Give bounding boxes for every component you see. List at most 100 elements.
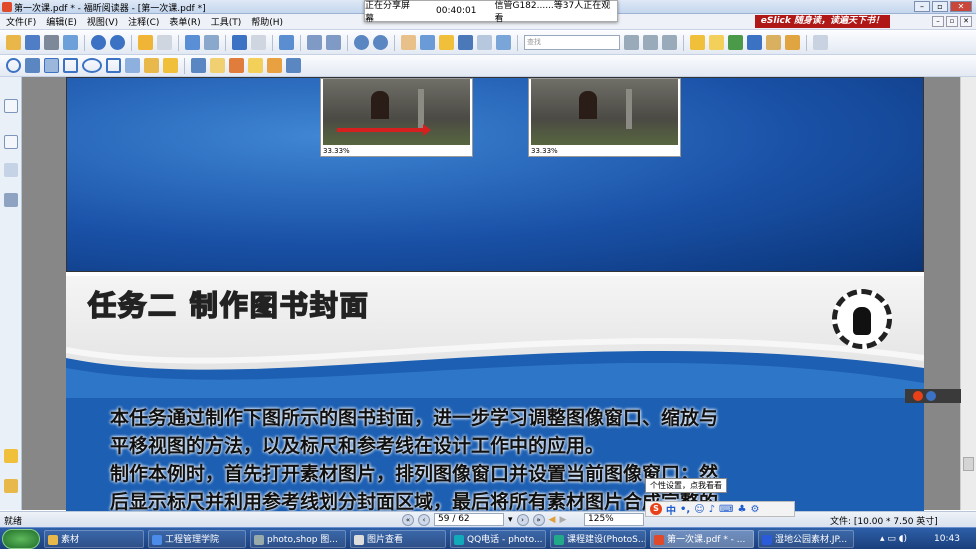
open-icon[interactable]: [6, 35, 21, 50]
vertical-scrollbar[interactable]: [960, 77, 976, 510]
oval-tool-icon[interactable]: [82, 58, 102, 73]
menu-file[interactable]: 文件(F): [6, 15, 36, 28]
find-icon[interactable]: [458, 35, 473, 50]
search-go-icon[interactable]: [624, 35, 639, 50]
taskbar-item[interactable]: QQ电话 - photo...: [450, 530, 546, 548]
typewriter-icon[interactable]: [785, 35, 800, 50]
next-view-icon[interactable]: ▶: [559, 515, 566, 525]
ime-toolbar[interactable]: S 中 •, ☺ ♪ ⌨ ♣ ⚙: [645, 501, 795, 517]
ime-mode-label[interactable]: 中: [666, 502, 676, 517]
search-next-icon[interactable]: [662, 35, 677, 50]
callout-tool-icon[interactable]: [210, 58, 225, 73]
layout-icon[interactable]: [747, 35, 762, 50]
menu-view[interactable]: 视图(V): [87, 15, 118, 28]
doc-restore-button[interactable]: ▫: [946, 16, 958, 27]
start-button[interactable]: [2, 529, 40, 549]
sogou-icon[interactable]: [913, 391, 923, 401]
next-page-button[interactable]: ›: [516, 513, 529, 526]
taskbar-item[interactable]: 图片查看: [350, 530, 446, 548]
typewriter-tool-icon[interactable]: [191, 58, 206, 73]
sogou-logo-icon[interactable]: S: [650, 503, 662, 515]
fit-width-icon[interactable]: [326, 35, 341, 50]
highlighter-tool-icon[interactable]: [163, 58, 178, 73]
page-up-icon[interactable]: [91, 35, 106, 50]
help-icon[interactable]: [926, 391, 936, 401]
note-icon[interactable]: [709, 35, 724, 50]
last-page-button[interactable]: »: [532, 513, 545, 526]
taskbar-item[interactable]: 素材: [44, 530, 144, 548]
minimize-button[interactable]: –: [914, 1, 930, 12]
comments-panel-icon[interactable]: [4, 163, 18, 177]
rectangle-tool-icon[interactable]: [63, 58, 78, 73]
select-icon[interactable]: [185, 35, 200, 50]
taskbar-item[interactable]: 工程管理学院: [148, 530, 246, 548]
maximize-button[interactable]: ▫: [932, 1, 948, 12]
share-viewers[interactable]: 信管G182......等37人正在观看: [494, 0, 617, 24]
taskbar-item[interactable]: 课程建设(PhotoS...: [550, 530, 646, 548]
back-icon[interactable]: [138, 35, 153, 50]
menu-tools[interactable]: 工具(T): [211, 15, 242, 28]
doc-close-button[interactable]: ✕: [960, 16, 972, 27]
cloud-tool-icon[interactable]: [125, 58, 140, 73]
layers-panel-icon[interactable]: [4, 193, 18, 207]
page-number-field[interactable]: 59 / 62: [434, 513, 504, 526]
forward-icon[interactable]: [157, 35, 172, 50]
zoom-out-icon[interactable]: [354, 35, 369, 50]
taskbar-item[interactable]: 湿地公园素材.JP...: [758, 530, 854, 548]
system-tray[interactable]: ▴ ▭ ◖): [880, 530, 907, 548]
bookmark-icon[interactable]: [420, 35, 435, 50]
skin-icon[interactable]: ♣: [737, 504, 746, 515]
textbox-tool-icon[interactable]: [229, 58, 244, 73]
options-icon[interactable]: [813, 35, 828, 50]
paperclip-icon[interactable]: [4, 479, 18, 493]
polygon-tool-icon[interactable]: [106, 58, 121, 73]
settings-icon[interactable]: ⚙: [750, 504, 759, 515]
image-icon[interactable]: [496, 35, 511, 50]
sticky-note-icon[interactable]: [248, 58, 263, 73]
eslick-promo-banner[interactable]: eSlick 随身读，读遍天下书！: [754, 15, 890, 28]
taskbar-item-active[interactable]: 第一次课.pdf * - ...: [650, 530, 754, 548]
keyboard-icon[interactable]: ⌨: [719, 504, 733, 515]
undo-icon[interactable]: [232, 35, 247, 50]
email-icon[interactable]: [63, 35, 78, 50]
punctuation-icon[interactable]: •,: [680, 504, 690, 515]
pointer-icon[interactable]: [439, 35, 454, 50]
menu-comment[interactable]: 注释(C): [128, 15, 159, 28]
menu-edit[interactable]: 编辑(E): [46, 15, 77, 28]
arrow-annotation-icon[interactable]: [286, 58, 301, 73]
save-icon[interactable]: [25, 35, 40, 50]
hand-icon[interactable]: [401, 35, 416, 50]
first-page-button[interactable]: «: [402, 513, 414, 526]
close-button[interactable]: ✕: [950, 1, 972, 12]
bookmarks-panel-icon[interactable]: [4, 135, 18, 149]
search-prev-icon[interactable]: [643, 35, 658, 50]
menu-help[interactable]: 帮助(H): [251, 15, 283, 28]
comment-bubble-icon[interactable]: [267, 58, 282, 73]
scrollbar-thumb[interactable]: [963, 457, 974, 471]
emoji-icon[interactable]: ☺: [694, 504, 704, 515]
search-input[interactable]: 查找: [524, 35, 620, 50]
microphone-icon[interactable]: ♪: [709, 504, 715, 515]
clock[interactable]: 10:43: [934, 530, 960, 548]
attachments-panel-icon[interactable]: [4, 449, 18, 463]
zoom-icon[interactable]: [279, 35, 294, 50]
menu-form[interactable]: 表单(R): [169, 15, 200, 28]
spreadsheet-icon[interactable]: [728, 35, 743, 50]
line-tool-icon[interactable]: [44, 58, 59, 73]
redo-icon[interactable]: [251, 35, 266, 50]
print-icon[interactable]: [44, 35, 59, 50]
fit-page-icon[interactable]: [307, 35, 322, 50]
prev-view-icon[interactable]: ◀: [549, 515, 556, 525]
prev-page-button[interactable]: ‹: [418, 513, 430, 526]
zoom-in-icon[interactable]: [373, 35, 388, 50]
text-icon[interactable]: [477, 35, 492, 50]
taskbar-item[interactable]: photo,shop 图...: [250, 530, 346, 548]
attachment-icon[interactable]: [690, 35, 705, 50]
arrow-tool-icon[interactable]: [25, 58, 40, 73]
pages-panel-icon[interactable]: [4, 99, 18, 113]
ime-floating-toolbar[interactable]: [905, 389, 961, 403]
circle-tool-icon[interactable]: [6, 58, 21, 73]
zoom-field[interactable]: 125%: [584, 513, 644, 526]
page-dropdown-icon[interactable]: ▾: [508, 515, 513, 525]
stamp-icon[interactable]: [766, 35, 781, 50]
